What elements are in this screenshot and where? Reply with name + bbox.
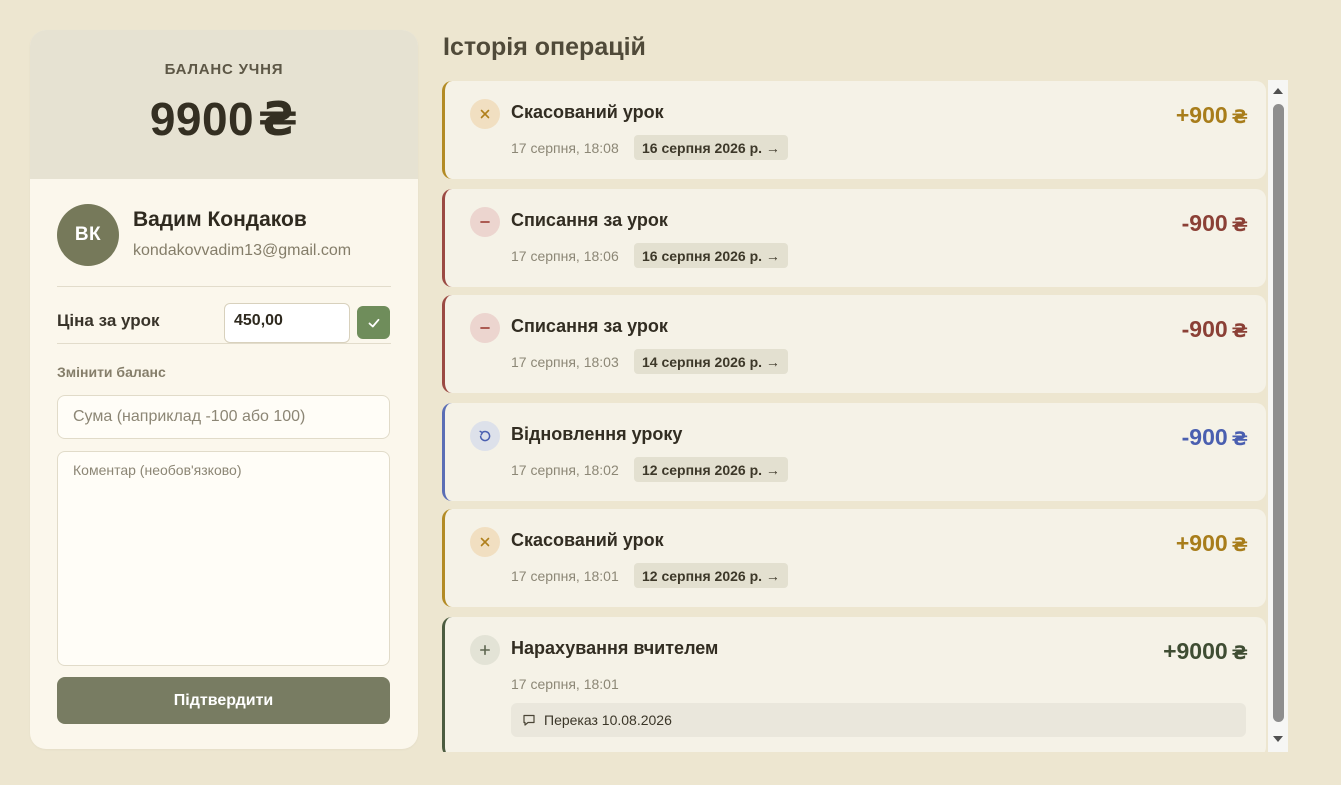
balance-card: БАЛАНС УЧНЯ 9900₴ ВК Вадим Кондаков kond… — [30, 30, 418, 749]
balance-header: БАЛАНС УЧНЯ 9900₴ — [30, 30, 418, 179]
operation-amount: +900 ₴ — [1176, 102, 1248, 129]
operation-time: 17 серпня, 18:06 — [511, 248, 619, 264]
operation-title: Нарахування вчителем — [511, 638, 719, 658]
currency-sign: ₴ — [1231, 214, 1248, 236]
price-input[interactable]: 450,00 — [224, 303, 350, 343]
currency-sign: ₴ — [258, 92, 299, 146]
operation-amount: +900 ₴ — [1176, 530, 1248, 557]
operation-item[interactable]: Скасований урок 17 серпня, 18:08 16 серп… — [442, 81, 1266, 179]
operation-title: Скасований урок — [511, 530, 664, 550]
balance-label: БАЛАНС УЧНЯ — [164, 61, 284, 78]
currency-sign: ₴ — [1231, 534, 1248, 556]
currency-sign: ₴ — [1231, 106, 1248, 128]
operation-item[interactable]: Нарахування вчителем 17 серпня, 18:01 +9… — [442, 617, 1266, 752]
divider — [57, 343, 391, 344]
currency-sign: ₴ — [1231, 642, 1248, 664]
x-icon — [470, 99, 500, 129]
lesson-link[interactable]: 16 серпня 2026 р. → — [634, 243, 788, 268]
operation-item[interactable]: Списання за урок 17 серпня, 18:03 14 сер… — [442, 295, 1266, 393]
amount-value: -900 — [1181, 210, 1228, 236]
operation-amount: +9000 ₴ — [1163, 638, 1248, 665]
x-icon — [470, 527, 500, 557]
scroll-down-arrow-icon[interactable] — [1272, 733, 1284, 745]
check-icon — [368, 318, 379, 327]
balance-value: 9900 — [149, 93, 255, 145]
confirm-button[interactable]: Підтвердити — [57, 677, 390, 724]
history-title: Історія операцій — [443, 33, 646, 61]
operation-title: Скасований урок — [511, 102, 664, 122]
amount-value: +9000 — [1163, 638, 1228, 664]
lesson-link[interactable]: 14 серпня 2026 р. → — [634, 349, 788, 374]
comment-text: Переказ 10.08.2026 — [544, 712, 672, 728]
student-email: kondakovvadim13@gmail.com — [133, 242, 352, 259]
operation-title: Списання за урок — [511, 210, 668, 230]
amount-input[interactable]: Сума (наприклад -100 або 100) — [57, 395, 390, 439]
operation-title: Списання за урок — [511, 316, 668, 336]
operations-list[interactable]: Скасований урок 17 серпня, 18:08 16 серп… — [442, 80, 1288, 752]
amount-value: -900 — [1181, 316, 1228, 342]
operation-amount: -900 ₴ — [1182, 424, 1248, 451]
price-label: Ціна за урок — [57, 311, 160, 330]
avatar: ВК — [57, 204, 119, 266]
restore-icon — [470, 421, 500, 451]
operation-title: Відновлення уроку — [511, 424, 683, 444]
scroll-up-arrow-icon[interactable] — [1272, 84, 1284, 96]
lesson-link[interactable]: 12 серпня 2026 р. → — [634, 457, 788, 482]
lesson-link[interactable]: 12 серпня 2026 р. → — [634, 563, 788, 588]
currency-sign: ₴ — [1231, 320, 1248, 342]
comment-textarea[interactable]: Коментар (необов'язково) — [57, 451, 390, 666]
operation-item[interactable]: Відновлення уроку 17 серпня, 18:02 12 се… — [442, 403, 1266, 501]
minus-icon — [470, 207, 500, 237]
comment-icon — [523, 714, 535, 726]
operation-comment: Переказ 10.08.2026 — [511, 703, 1246, 737]
amount-value: +900 — [1175, 530, 1228, 556]
operation-amount: -900 ₴ — [1182, 210, 1248, 237]
operation-time: 17 серпня, 18:01 — [511, 568, 619, 584]
minus-icon — [470, 313, 500, 343]
lesson-link[interactable]: 16 серпня 2026 р. → — [634, 135, 788, 160]
save-price-button[interactable] — [357, 306, 390, 339]
operation-amount: -900 ₴ — [1182, 316, 1248, 343]
scrollbar[interactable] — [1268, 80, 1288, 752]
operation-item[interactable]: Списання за урок 17 серпня, 18:06 16 сер… — [442, 189, 1266, 287]
plus-icon — [470, 635, 500, 665]
student-name: Вадим Кондаков — [133, 208, 307, 231]
amount-value: +900 — [1175, 102, 1228, 128]
student-profile: ВК Вадим Кондаков kondakovvadim13@gmail.… — [57, 204, 391, 286]
scroll-thumb[interactable] — [1273, 104, 1284, 722]
operation-time: 17 серпня, 18:03 — [511, 354, 619, 370]
amount-value: -900 — [1181, 424, 1228, 450]
balance-amount: 9900₴ — [30, 92, 418, 146]
operation-time: 17 серпня, 18:01 — [511, 676, 619, 692]
operation-time: 17 серпня, 18:08 — [511, 140, 619, 156]
operation-item[interactable]: Скасований урок 17 серпня, 18:01 12 серп… — [442, 509, 1266, 607]
currency-sign: ₴ — [1231, 428, 1248, 450]
divider — [57, 286, 391, 287]
operation-time: 17 серпня, 18:02 — [511, 462, 619, 478]
change-balance-label: Змінити баланс — [57, 364, 166, 380]
